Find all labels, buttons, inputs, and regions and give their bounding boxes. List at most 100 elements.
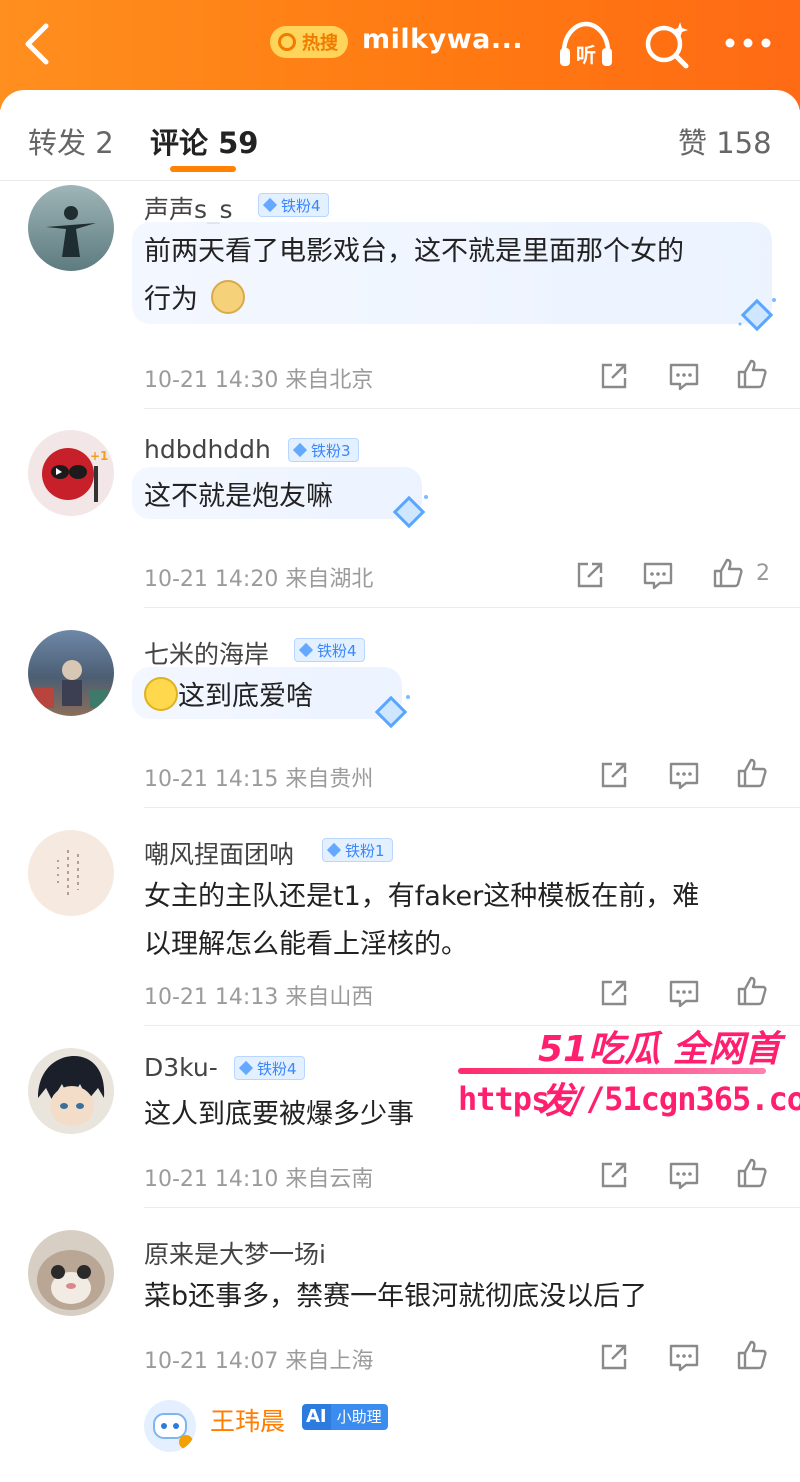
avatar[interactable] [28, 1048, 114, 1134]
search-icon [278, 33, 296, 51]
share-icon[interactable] [598, 759, 630, 791]
tab-comments[interactable]: 评论 59 [150, 120, 258, 162]
share-icon[interactable] [574, 559, 606, 591]
page-title: milkywa... [362, 24, 524, 55]
watermark-url: https://51cgn365.com [458, 1080, 800, 1118]
svg-text:+1: +1 [90, 449, 108, 463]
comment-icon[interactable] [668, 1341, 700, 1373]
username[interactable]: D3ku- [144, 1053, 218, 1082]
divider [144, 408, 800, 409]
avatar[interactable] [28, 1230, 114, 1316]
hot-search-pill[interactable]: 热搜 [270, 26, 348, 58]
fan-badge-label: 铁粉1 [345, 841, 385, 860]
svg-text:听: 听 [576, 43, 596, 67]
comment-meta: 10-21 14:30 来自北京 [144, 368, 374, 393]
comment-icon[interactable] [642, 559, 674, 591]
chevron-left-icon [25, 23, 49, 65]
reply-item: 王玮晨 AI 小助理 [0, 1396, 800, 1482]
robot-avatar-icon [153, 1413, 193, 1449]
comment-meta: 10-21 14:15 来自贵州 [144, 767, 374, 792]
thumbs-up-icon[interactable] [712, 557, 744, 589]
comment-text-line: 这到底爱啥 [178, 681, 313, 712]
username[interactable]: 嘲风捏面团呐 [144, 835, 294, 871]
share-icon[interactable] [598, 977, 630, 1009]
like-count: 2 [756, 561, 770, 586]
comment-text: 这人到底要被爆多少事 [144, 1099, 414, 1130]
share-icon[interactable] [598, 360, 630, 392]
avatar-scene [34, 660, 108, 708]
tab-reposts[interactable]: 转发 2 [28, 120, 114, 162]
thumbs-up-icon[interactable] [736, 1339, 768, 1371]
avatar[interactable] [144, 1400, 196, 1452]
comment-meta: 10-21 14:13 来自山西 [144, 985, 374, 1010]
ai-badge-icon: AI [302, 1404, 331, 1430]
thumbs-up-icon[interactable] [736, 1157, 768, 1189]
diamond-sparkle-icon [392, 495, 428, 529]
watermark-bar [458, 1068, 766, 1074]
more-button[interactable] [722, 30, 778, 56]
comment-meta: 10-21 14:10 来自云南 [144, 1167, 374, 1192]
tab-bar: 转发 2 评论 59 赞 158 [0, 90, 800, 181]
comment-icon[interactable] [668, 1159, 700, 1191]
share-icon[interactable] [598, 1159, 630, 1191]
username[interactable]: 声声s_s [144, 190, 233, 226]
comment-text-line: 前两天看了电影戏台，这不就是里面那个女的 [144, 236, 684, 267]
search-button[interactable] [640, 18, 694, 72]
avatar-silhouette [46, 206, 96, 257]
comment-text-line: 女主的主队还是t1，有faker这种模板在前，难 [144, 881, 700, 912]
comment-text-line: 行为 [144, 284, 198, 315]
thumbs-up-icon[interactable] [736, 975, 768, 1007]
username[interactable]: 原来是大梦一场i [144, 1235, 326, 1271]
username[interactable]: 七米的海岸 [144, 635, 269, 671]
avatar[interactable] [28, 185, 114, 271]
fan-badge: 铁粉1 [322, 838, 393, 862]
fan-badge-label: 铁粉4 [281, 196, 321, 215]
divider [144, 807, 800, 808]
back-button[interactable] [16, 18, 60, 70]
diamond-sparkle-icon [374, 695, 410, 729]
magnifier-sparkle-icon [645, 22, 689, 69]
assistant-badge: AI 小助理 [302, 1404, 388, 1430]
fan-badge: 铁粉4 [294, 638, 365, 662]
comment-meta: 10-21 14:20 来自湖北 [144, 567, 374, 592]
avatar[interactable]: +1 [28, 430, 114, 516]
divider [144, 1207, 800, 1208]
avatar-deadpool: +1 [42, 448, 108, 502]
thumbs-up-icon[interactable] [736, 757, 768, 789]
fan-badge-label: 铁粉4 [257, 1059, 297, 1078]
assistant-badge-label: 小助理 [330, 1404, 388, 1430]
fan-badge-label: 铁粉3 [311, 441, 351, 460]
comment-icon[interactable] [668, 360, 700, 392]
comment-text: 女主的主队还是t1，有faker这种模板在前，难 以理解怎么能看上淫核的。 [144, 873, 699, 969]
username[interactable]: hdbdhddh [144, 435, 271, 464]
comment-icon[interactable] [668, 759, 700, 791]
divider [144, 607, 800, 608]
avatar[interactable] [28, 630, 114, 716]
share-icon[interactable] [598, 1341, 630, 1373]
hot-search-label: 热搜 [302, 33, 338, 54]
comment-text: 前两天看了电影戏台，这不就是里面那个女的 行为 [144, 228, 684, 324]
active-tab-indicator [170, 166, 236, 172]
fan-badge-label: 铁粉4 [317, 641, 357, 660]
diamond-icon [292, 442, 308, 458]
sweat-emoji-icon [144, 677, 178, 711]
headphones-icon: 听 [560, 21, 612, 67]
diamond-sparkle-icon [738, 298, 776, 332]
tab-likes[interactable]: 赞 158 [678, 120, 772, 162]
avatar-calligraphy [57, 850, 79, 896]
thumbs-up-icon[interactable] [736, 358, 768, 390]
comment-text: 这不就是炮友嘛 [144, 481, 333, 512]
listen-button[interactable]: 听 [556, 18, 616, 72]
reply-username[interactable]: 王玮晨 [210, 1402, 285, 1438]
comment-meta: 10-21 14:07 来自上海 [144, 1349, 374, 1374]
avatar-cat [37, 1250, 105, 1310]
comment-text: 这到底爱啥 [144, 673, 313, 721]
diamond-icon [298, 642, 314, 658]
diamond-icon [326, 842, 342, 858]
fan-badge: 铁粉4 [258, 193, 329, 217]
avatar-anime [38, 1056, 105, 1126]
comment-text: 菜b还事多，禁赛一年银河就彻底没以后了 [144, 1281, 648, 1312]
comment-text-line: 以理解怎么能看上淫核的。 [144, 929, 468, 960]
comment-icon[interactable] [668, 977, 700, 1009]
avatar[interactable] [28, 830, 114, 916]
